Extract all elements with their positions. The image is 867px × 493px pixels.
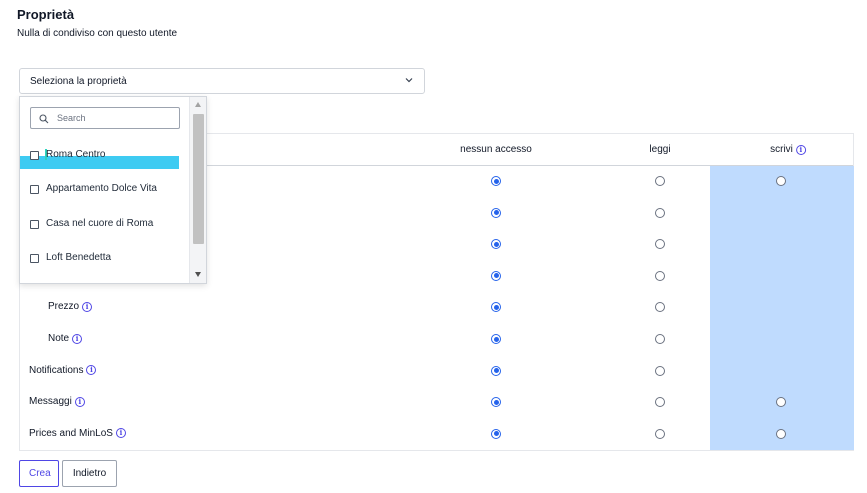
column-header-write: scrivi i — [770, 144, 806, 155]
option-label: Roma Centro — [46, 149, 106, 160]
row-label-text: Prezzo — [48, 301, 80, 313]
table-row: Note i — [20, 324, 853, 355]
option-casa-nel-cuore-di-roma[interactable]: Casa nel cuore di Roma — [20, 209, 190, 239]
option-checkbox[interactable] — [30, 254, 39, 263]
row-label-text: Note — [48, 333, 70, 344]
column-header-label: leggi — [649, 144, 671, 155]
info-icon[interactable]: i — [795, 144, 806, 155]
search-input[interactable] — [57, 111, 175, 125]
radio-no-access[interactable] — [491, 302, 501, 313]
row-label-text: Notifications — [29, 364, 84, 376]
scroll-up-arrow-icon[interactable] — [195, 102, 201, 107]
column-header-read: leggi — [649, 144, 670, 155]
row-label: Note i — [48, 333, 83, 344]
option-label: Loft Benedetta — [46, 252, 112, 263]
table-row: Prezzo i — [20, 292, 853, 323]
row-label-text: Messaggi — [29, 396, 72, 408]
radio-read[interactable] — [655, 365, 665, 376]
property-select-label: Seleziona la proprietà — [30, 76, 127, 87]
info-icon[interactable]: i — [86, 365, 97, 376]
page-subtitle: Nulla di condiviso con questo utente — [17, 28, 178, 39]
create-button[interactable]: Crea — [19, 460, 59, 487]
radio-read[interactable] — [655, 207, 665, 218]
search-icon — [39, 114, 49, 124]
radio-write[interactable] — [776, 176, 786, 186]
option-label: Casa nel cuore di Roma — [46, 218, 154, 229]
row-label-text: Prices and MinLoS — [29, 427, 113, 439]
radio-no-access[interactable] — [491, 239, 501, 250]
option-checkbox[interactable] — [30, 185, 39, 194]
column-header-no-access: nessun accesso — [460, 144, 532, 155]
option-checkbox[interactable] — [30, 151, 39, 160]
back-button[interactable]: Indietro — [62, 460, 117, 487]
search-box — [30, 107, 180, 129]
table-row: Notifications i — [20, 356, 853, 387]
chevron-down-icon — [405, 78, 413, 83]
radio-read[interactable] — [655, 239, 665, 250]
option-appartamento-dolce-vita[interactable]: Appartamento Dolce Vita — [20, 174, 190, 204]
column-header-label: nessun accesso — [460, 144, 532, 155]
radio-no-access[interactable] — [491, 365, 501, 376]
table-row: Messaggi i — [20, 387, 853, 418]
option-loft-benedetta[interactable]: Loft Benedetta — [20, 243, 190, 273]
radio-read[interactable] — [655, 334, 665, 344]
info-icon[interactable]: i — [82, 301, 93, 312]
radio-write[interactable] — [776, 428, 786, 439]
page-title: Proprietà — [17, 7, 75, 22]
radio-read[interactable] — [655, 176, 665, 186]
scroll-down-arrow-icon[interactable] — [195, 272, 201, 277]
dropdown-scrollbar[interactable] — [189, 97, 206, 283]
info-icon[interactable]: i — [115, 428, 126, 439]
radio-no-access[interactable] — [491, 270, 501, 281]
property-dropdown: Roma Centro Appartamento Dolce Vita Casa… — [19, 96, 207, 284]
scroll-thumb[interactable] — [193, 114, 204, 244]
info-icon[interactable]: i — [72, 333, 83, 344]
radio-read[interactable] — [655, 428, 665, 439]
property-select[interactable]: Seleziona la proprietà — [19, 68, 425, 94]
info-icon[interactable]: i — [74, 396, 85, 407]
row-label: Prices and MinLoS i — [29, 428, 126, 439]
radio-read[interactable] — [655, 302, 665, 313]
radio-no-access[interactable] — [491, 334, 501, 344]
radio-no-access[interactable] — [491, 428, 501, 439]
row-label: Prezzo i — [48, 301, 93, 313]
radio-read[interactable] — [655, 397, 665, 408]
radio-read[interactable] — [655, 270, 665, 281]
option-roma-centro[interactable]: Roma Centro — [20, 140, 190, 170]
radio-write[interactable] — [776, 397, 786, 408]
option-label: Appartamento Dolce Vita — [46, 183, 157, 194]
option-checkbox[interactable] — [30, 220, 39, 229]
column-header-label: scrivi — [770, 144, 793, 155]
radio-no-access[interactable] — [491, 397, 501, 408]
row-label: Notifications i — [29, 364, 97, 376]
table-row: Prices and MinLoS i — [20, 419, 853, 450]
row-label: Messaggi i — [29, 396, 85, 407]
radio-no-access[interactable] — [491, 176, 501, 186]
radio-no-access[interactable] — [491, 207, 501, 218]
